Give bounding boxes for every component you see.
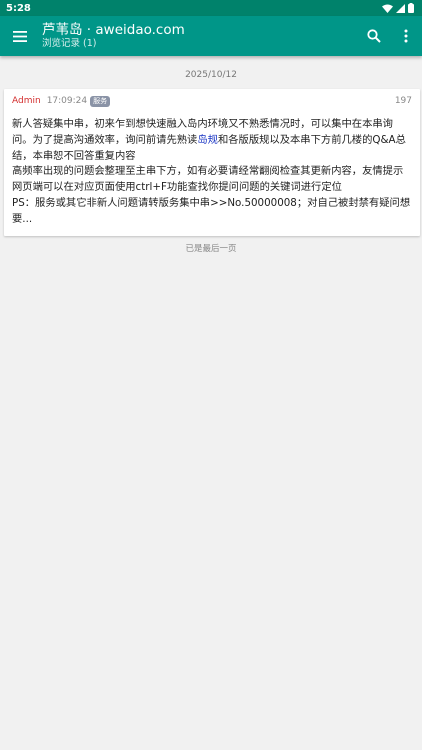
search-button[interactable] bbox=[358, 16, 390, 56]
status-bar: 5:28 bbox=[0, 0, 422, 16]
menu-icon bbox=[13, 30, 27, 42]
signal-icon bbox=[396, 3, 405, 13]
status-time: 5:28 bbox=[6, 2, 31, 14]
end-of-list-label: 已是最后一页 bbox=[185, 243, 237, 254]
more-vert-icon bbox=[404, 29, 408, 43]
wifi-icon bbox=[382, 4, 393, 13]
post-tag-badge: 服务 bbox=[90, 95, 111, 107]
search-icon bbox=[367, 29, 381, 43]
menu-button[interactable] bbox=[0, 16, 40, 56]
app-title: 芦苇岛 · aweidao.com bbox=[42, 22, 185, 38]
post-card[interactable]: Admin 17:09:24 服务 197 新人答疑集中串，初来乍到想快速融入岛… bbox=[4, 89, 420, 236]
post-header: Admin 17:09:24 服务 197 bbox=[12, 95, 412, 107]
post-content-text-2: 和各版版规以及本串下方前几楼的Q&A总结，本串恕不回答重复内容 高频率出现的问题… bbox=[12, 133, 411, 225]
battery-icon bbox=[408, 3, 414, 13]
post-author: Admin bbox=[12, 96, 41, 106]
post-content: 新人答疑集中串，初来乍到想快速融入岛内环境又不熟悉情况时，可以集中在本串询问。为… bbox=[12, 117, 412, 228]
status-icons bbox=[382, 3, 414, 13]
date-header: 2025/10/12 bbox=[185, 70, 237, 80]
app-subtitle: 浏览记录 (1) bbox=[42, 38, 97, 49]
app-titles: 芦苇岛 · aweidao.com 浏览记录 (1) bbox=[42, 22, 358, 50]
more-options-button[interactable] bbox=[390, 16, 422, 56]
post-reply-count: 197 bbox=[394, 96, 412, 106]
app-bar: 芦苇岛 · aweidao.com 浏览记录 (1) bbox=[0, 16, 422, 56]
post-time: 17:09:24 bbox=[46, 96, 88, 106]
rules-link[interactable]: 岛规 bbox=[197, 134, 218, 146]
